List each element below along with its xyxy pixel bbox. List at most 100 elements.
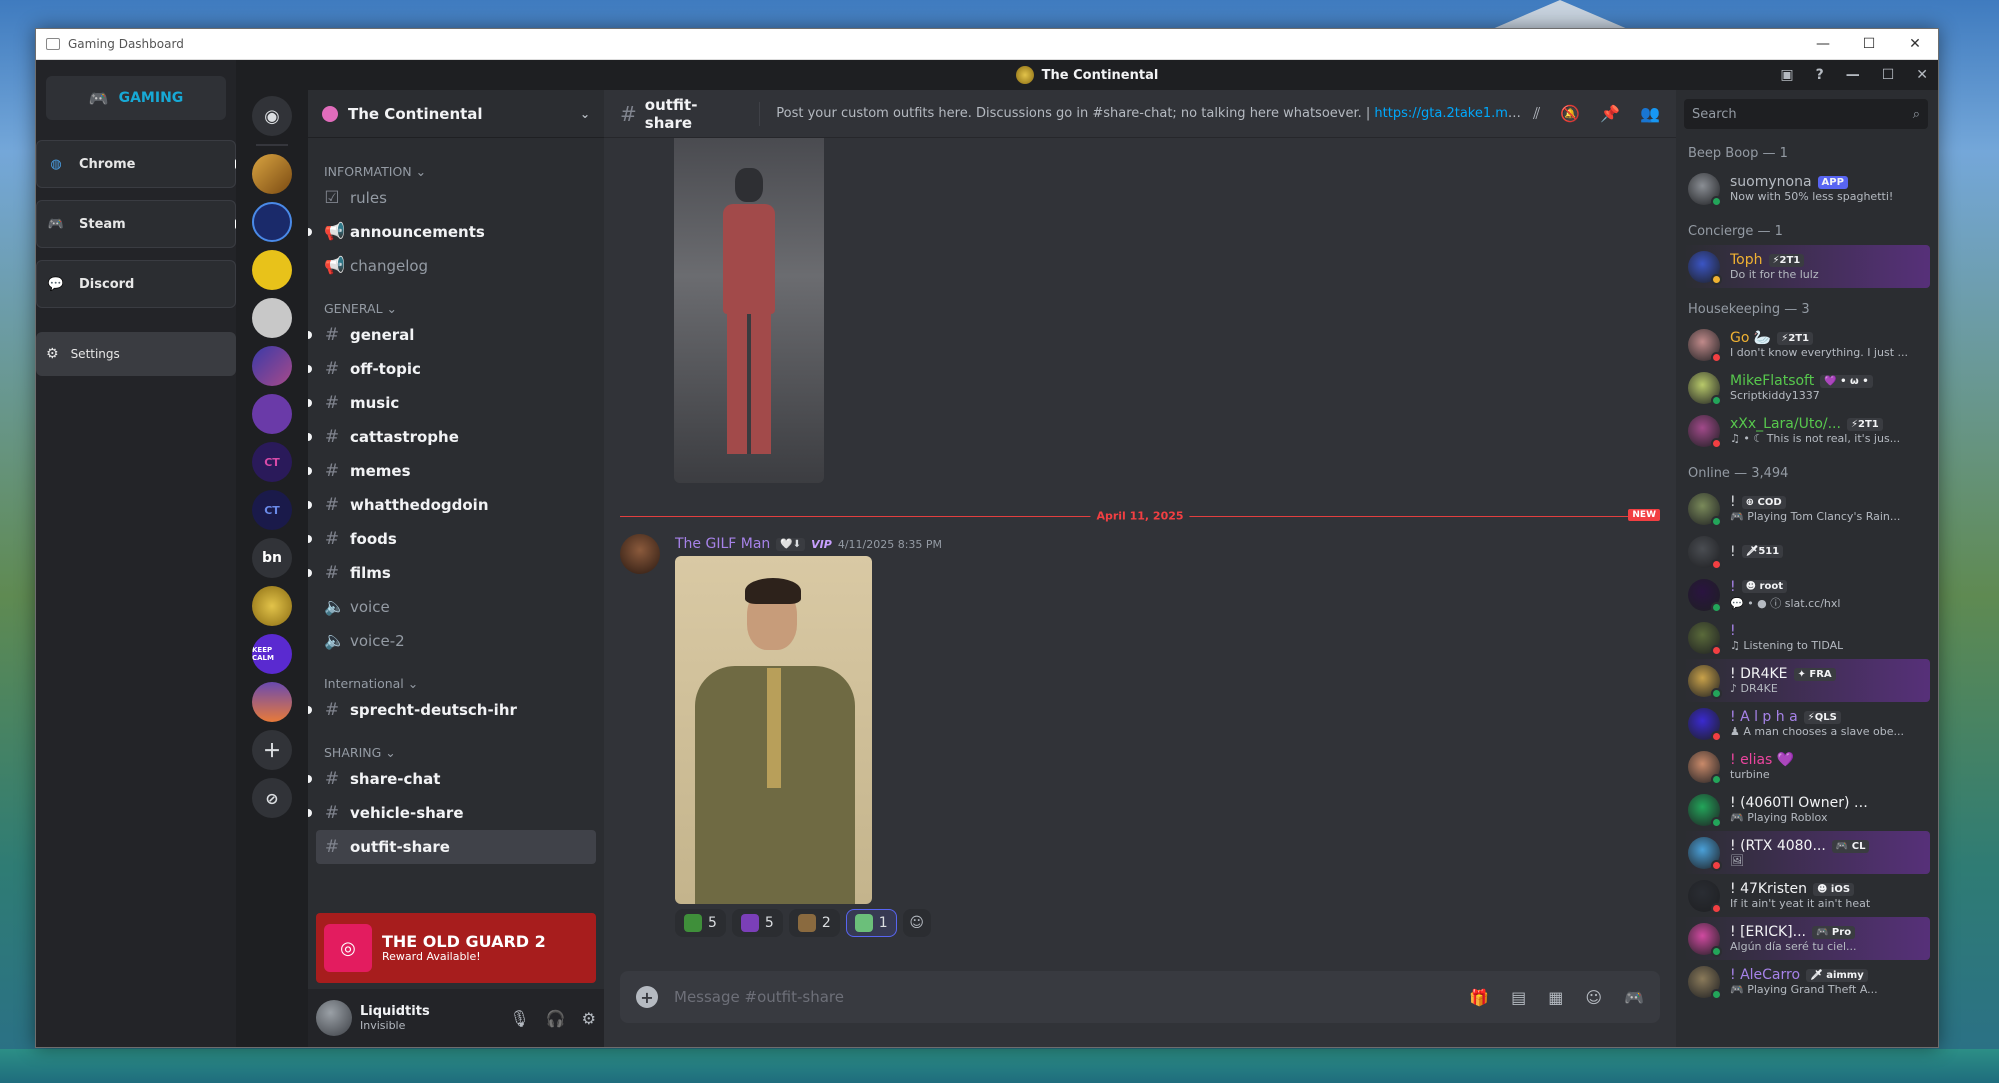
member-item[interactable]: ! DR4KE ✦ FRA ♪ DR4KE bbox=[1684, 659, 1930, 702]
channel-item-outfit-share[interactable]: # outfit-share bbox=[316, 830, 596, 864]
headphones-icon[interactable]: 🎧 bbox=[546, 1009, 566, 1028]
channel-item-changelog[interactable]: 📢 changelog bbox=[316, 249, 596, 283]
threads-icon[interactable]: ⫽ bbox=[1533, 104, 1540, 124]
member-item[interactable]: ! 47Kristen ☻ iOS If it ain't yeat it ain'… bbox=[1684, 874, 1930, 917]
topic-link[interactable]: https://gta.2take1.menu/feat... bbox=[1374, 106, 1525, 121]
notification-bell-icon[interactable]: 🔕 bbox=[1560, 104, 1580, 124]
member-item[interactable]: ! A l p h a ⚡QLS ♟ A man chooses a slave o… bbox=[1684, 702, 1930, 745]
channel-item-off-topic[interactable]: # off-topic bbox=[308, 352, 596, 386]
add-server-icon[interactable]: ＋ bbox=[252, 730, 292, 770]
presence-status-icon bbox=[1711, 273, 1722, 285]
member-item[interactable]: Toph ⚡2T1 Do it for the lulz bbox=[1684, 245, 1930, 288]
avatar[interactable] bbox=[316, 1000, 352, 1036]
reaction-button[interactable]: 5 bbox=[675, 909, 726, 937]
maximize-button[interactable]: ☐ bbox=[1846, 36, 1892, 52]
server-icon[interactable] bbox=[252, 298, 292, 338]
channel-item-vehicle-share[interactable]: # vehicle-share bbox=[308, 796, 596, 830]
channel-item-foods[interactable]: # foods bbox=[308, 522, 596, 556]
avatar[interactable] bbox=[620, 534, 660, 574]
help-icon[interactable]: ? bbox=[1816, 67, 1824, 83]
close-button[interactable]: ✕ bbox=[1892, 36, 1938, 52]
server-icon[interactable]: bn bbox=[252, 538, 292, 578]
server-icon[interactable] bbox=[252, 154, 292, 194]
member-item[interactable]: ! ⊕ COD 🎮 Playing Tom Clancy's Rain... bbox=[1684, 487, 1930, 530]
minimize-button[interactable]: — bbox=[1800, 36, 1846, 52]
microphone-icon[interactable]: 🎙 bbox=[509, 1009, 529, 1028]
member-item[interactable]: ! (4060TI Owner) Dario🎮 Playing Roblox bbox=[1684, 788, 1930, 831]
pin-icon[interactable]: 📌 bbox=[1600, 104, 1620, 124]
channel-item-general[interactable]: # general bbox=[308, 318, 596, 352]
emoji-icon[interactable]: ☺ bbox=[1585, 988, 1602, 1007]
channel-item-voice[interactable]: 🔈 voice bbox=[316, 590, 596, 624]
channel-category[interactable]: International ⌄ bbox=[316, 670, 596, 693]
server-icon[interactable] bbox=[252, 346, 292, 386]
discord-minimize-icon[interactable]: — bbox=[1846, 67, 1860, 83]
reaction-button[interactable]: 5 bbox=[731, 909, 783, 937]
channel-item-memes[interactable]: # memes bbox=[308, 454, 596, 488]
discord-maximize-icon[interactable]: ☐ bbox=[1882, 67, 1895, 83]
channel-item-share-chat[interactable]: # share-chat bbox=[308, 762, 596, 796]
member-item[interactable]: ! elias 💜 turbine bbox=[1684, 745, 1930, 788]
member-item[interactable]: Go 🦢 ⚡2T1 I don't know everything. I just … bbox=[1684, 323, 1930, 366]
channel-item-announcements[interactable]: 📢 announcements bbox=[308, 215, 596, 249]
member-item[interactable]: ! (RTX 4080... 🎮 CL 🖼 bbox=[1684, 831, 1930, 874]
member-item[interactable]: ! 🗡511 bbox=[1684, 530, 1930, 573]
gaming-home-button[interactable]: 🎮 GAMING bbox=[46, 76, 226, 120]
message-author[interactable]: The GILF Man bbox=[675, 536, 770, 552]
server-icon[interactable] bbox=[252, 202, 292, 242]
launcher-item-steam[interactable]: 🎮 Steam bbox=[36, 200, 239, 248]
server-icon[interactable]: KEEP CALM bbox=[252, 634, 292, 674]
channel-topic[interactable]: Post your custom outfits here. Discussio… bbox=[776, 106, 1525, 121]
gear-icon[interactable]: ⚙ bbox=[582, 1009, 596, 1028]
add-reaction-icon[interactable]: ☺ bbox=[902, 909, 931, 937]
server-icon[interactable]: CT bbox=[252, 442, 292, 482]
channel-item-voice-2[interactable]: 🔈 voice-2 bbox=[316, 624, 596, 658]
sticker-icon[interactable]: ▦ bbox=[1548, 988, 1563, 1007]
server-icon[interactable]: CT bbox=[252, 490, 292, 530]
member-item[interactable]: suomynona APP Now with 50% less spaghetti! bbox=[1684, 167, 1930, 210]
member-item[interactable]: ! ♫ Listening to TIDAL bbox=[1684, 616, 1930, 659]
channel-category[interactable]: GENERAL ⌄ bbox=[316, 295, 596, 318]
server-header[interactable]: The Continental ⌄ bbox=[308, 90, 604, 138]
channel-item-cattastrophe[interactable]: # cattastrophe bbox=[308, 420, 596, 454]
server-icon[interactable] bbox=[252, 586, 292, 626]
presence-status-icon bbox=[1711, 687, 1722, 699]
discord-home-icon[interactable]: ◉ bbox=[252, 96, 292, 136]
member-item[interactable]: ! ☻ root 💬 • ● ⓘ slat.cc/hxl bbox=[1684, 573, 1930, 616]
channel-item-music[interactable]: # music bbox=[308, 386, 596, 420]
member-item[interactable]: MikeFlatsoft 💜 • ω • Scriptkiddy1337 bbox=[1684, 366, 1930, 409]
suit-image-attachment[interactable] bbox=[675, 556, 872, 904]
inbox-icon[interactable]: ▣ bbox=[1780, 67, 1793, 83]
channel-item-whatthedogdoin[interactable]: # whatthedogdoin bbox=[308, 488, 596, 522]
channel-item-sprecht-deutsch-ihr[interactable]: # sprecht-deutsch-ihr bbox=[308, 693, 596, 727]
member-item[interactable]: xXx_Lara/Uto/... ⚡2T1 ♫ • ☾ This is not re… bbox=[1684, 409, 1930, 452]
launcher-item-discord[interactable]: 💬 Discord bbox=[36, 260, 236, 308]
outfit-image-attachment[interactable] bbox=[674, 138, 824, 483]
channel-item-films[interactable]: # films bbox=[308, 556, 596, 590]
message-input[interactable]: Message #outfit-share bbox=[674, 988, 1453, 1006]
launcher-settings-button[interactable]: ⚙ Settings bbox=[36, 332, 236, 376]
search-icon: ⌕ bbox=[1912, 106, 1920, 122]
attach-plus-icon[interactable]: + bbox=[636, 986, 658, 1008]
server-icon[interactable] bbox=[252, 682, 292, 722]
server-icon[interactable] bbox=[252, 394, 292, 434]
member-item[interactable]: ! AleCarro 🗡 aimmy 🎮 Playing Grand Theft A… bbox=[1684, 960, 1930, 1003]
channel-item-rules[interactable]: ☑ rules bbox=[316, 181, 596, 215]
message-composer[interactable]: + Message #outfit-share 🎁 ▤ ▦ ☺ 🎮 bbox=[620, 971, 1660, 1023]
member-list-icon[interactable]: 👥 bbox=[1640, 104, 1660, 124]
server-icon[interactable] bbox=[252, 250, 292, 290]
discord-close-icon[interactable]: ✕ bbox=[1916, 67, 1928, 83]
search-input[interactable]: Search ⌕ bbox=[1684, 99, 1928, 129]
new-badge: NEW bbox=[1628, 509, 1660, 521]
gift-icon[interactable]: 🎁 bbox=[1469, 988, 1489, 1007]
reward-banner[interactable]: ◎ THE OLD GUARD 2 Reward Available! bbox=[316, 913, 596, 983]
reaction-button[interactable]: 1 bbox=[845, 909, 897, 937]
channel-category[interactable]: INFORMATION ⌄ bbox=[316, 158, 596, 181]
channel-category[interactable]: SHARING ⌄ bbox=[316, 739, 596, 762]
activities-icon[interactable]: 🎮 bbox=[1624, 988, 1644, 1007]
explore-icon[interactable]: ⊘ bbox=[252, 778, 292, 818]
member-item[interactable]: ! [ERICK]... 🎮 Pro Algún día seré tu ciel.… bbox=[1684, 917, 1930, 960]
reaction-button[interactable]: 2 bbox=[788, 909, 840, 937]
launcher-item-chrome[interactable]: ◍ Chrome bbox=[36, 140, 239, 188]
gif-icon[interactable]: ▤ bbox=[1511, 988, 1526, 1007]
